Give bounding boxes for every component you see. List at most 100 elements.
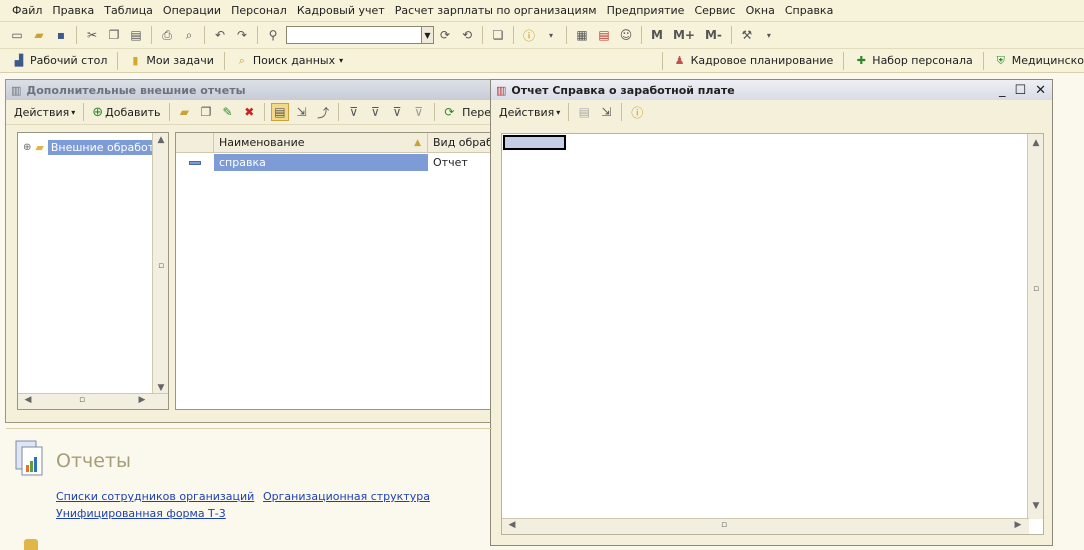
menu-file[interactable]: Файл [7,4,47,17]
menu-hr-accounting[interactable]: Кадровый учет [292,4,390,17]
copy-icon[interactable]: ❐ [105,26,123,44]
panel-divider [6,428,492,429]
scroll-down-icon[interactable]: ▼ [153,383,169,393]
menu-help[interactable]: Справка [780,4,838,17]
employees-lists-link[interactable]: Списки сотрудников организаций [56,490,254,503]
icon-column-header [176,133,214,153]
cut-icon[interactable]: ✂ [83,26,101,44]
add-group-icon[interactable]: ▰ [175,103,193,121]
memory-plus-button[interactable]: M+ [670,26,698,44]
sections-toolbar: ▟ Рабочий стол ▮ Мои задачи ⌕ Поиск данн… [0,48,1084,73]
minimize-icon[interactable]: _ [999,83,1006,98]
menu-enterprise[interactable]: Предприятие [602,4,690,17]
tree-root-row[interactable]: ⊕ ▰ Внешние обработ [23,140,158,155]
filter-history-icon[interactable]: ⊽ [388,103,406,121]
table-row-name[interactable]: справка [214,154,428,171]
memory-m-button[interactable]: M [648,26,666,44]
medical-button[interactable]: ⛨ Медицинско [988,54,1084,68]
delete-icon[interactable]: ✖ [240,103,258,121]
redo-icon[interactable]: ↷ [233,26,251,44]
salary-report-toolbar: Действия ▾ ▤ ⇲ ⓘ [491,100,1052,124]
tree-root-label: Внешние обработ [47,140,158,155]
actions-menu-button[interactable]: Действия ▾ [10,106,79,119]
save-icon[interactable]: ▪ [52,26,70,44]
info-icon[interactable]: ⓘ [520,26,538,44]
sheet-scroll-thumb[interactable]: ▫ [1028,284,1044,294]
maximize-icon[interactable]: ☐ [1014,83,1026,98]
recruitment-button[interactable]: ✚ Набор персонала [848,54,978,68]
generate-icon[interactable]: ▤ [575,103,593,121]
menu-operations[interactable]: Операции [158,4,226,17]
menu-personnel[interactable]: Персонал [226,4,292,17]
next-section-icon [24,539,38,550]
menu-payroll[interactable]: Расчет зарплаты по организациям [390,4,602,17]
paste-icon[interactable]: ▤ [127,26,145,44]
calculator-icon[interactable]: ▦ [573,26,591,44]
data-search-button[interactable]: ⌕ Поиск данных ▾ [229,54,349,68]
tree-vertical-scrollbar[interactable]: ▲ ▫ ▼ [152,133,168,395]
help-icon[interactable]: ⓘ [628,103,646,121]
salary-report-titlebar[interactable]: ▥ Отчет Справка о заработной плате _ ☐ ✕ [491,80,1052,100]
menu-table[interactable]: Таблица [99,4,158,17]
window-list-icon[interactable]: ❏ [489,26,507,44]
scroll-right-icon[interactable]: ▶ [134,395,150,405]
print-icon[interactable]: ⎙ [158,26,176,44]
medical-icon: ⛨ [996,53,1005,67]
memory-minus-button[interactable]: M- [702,26,725,44]
groups-tree[interactable]: ⊕ ▰ Внешние обработ ▲ ▫ ▼ ◀ ▫ ▶ [17,132,169,410]
expand-icon[interactable]: ⊕ [23,142,31,153]
move-to-group-icon[interactable]: ⇲ [293,103,311,121]
my-tasks-button[interactable]: ▮ Мои задачи [122,54,219,68]
info-dropdown-icon[interactable]: ▾ [542,26,560,44]
calendar-icon[interactable]: ▤ [595,26,613,44]
clear-filter-icon[interactable]: ⊽ [410,103,428,121]
org-structure-link[interactable]: Организационная структура [263,490,430,503]
users-icon[interactable]: ☺ [617,26,635,44]
hr-planning-button[interactable]: ♟ Кадровое планирование [667,54,840,68]
scroll-thumb[interactable]: ▫ [153,261,169,271]
sheet-scroll-up-icon[interactable]: ▲ [1028,138,1044,148]
salary-report-title: Отчет Справка о заработной плате [511,83,735,97]
hierarchy-view-icon[interactable]: ▤ [271,103,289,121]
undo-icon[interactable]: ↶ [211,26,229,44]
more-toolbar-label[interactable]: Пере [462,106,491,119]
find-next-icon[interactable]: ⟳ [436,26,454,44]
menu-windows[interactable]: Окна [741,4,780,17]
data-search-dropdown-icon[interactable]: ▾ [339,56,343,65]
search-dropdown-icon[interactable]: ▼ [422,26,434,44]
refresh-icon[interactable]: ⟳ [441,103,459,121]
settings-report-icon[interactable]: ⇲ [597,103,615,121]
scroll-left-icon[interactable]: ◀ [20,395,36,405]
search-icon[interactable]: ⚲ [264,26,282,44]
open-folder-icon[interactable]: ▰ [30,26,48,44]
tasks-icon: ▮ [132,54,139,67]
desktop-button[interactable]: ▟ Рабочий стол [6,54,113,68]
settings-dropdown-icon[interactable]: ▾ [760,26,778,44]
active-cell[interactable] [503,135,566,150]
find-previous-icon[interactable]: ⟲ [458,26,476,44]
scroll-up-icon[interactable]: ▲ [153,135,169,145]
unified-form-t3-link[interactable]: Унифицированная форма Т-3 [56,507,226,520]
tree-horizontal-scrollbar[interactable]: ◀ ▫ ▶ [18,393,168,409]
filter-icon[interactable]: ⊽ [345,103,363,121]
folder-icon: ▰ [35,141,44,154]
external-reports-titlebar[interactable]: ▥ Дополнительные внешние отчеты [6,80,491,100]
filter-by-value-icon[interactable]: ⊽ [367,103,385,121]
copy-item-icon[interactable]: ❐ [197,103,215,121]
menu-edit[interactable]: Правка [47,4,99,17]
close-icon[interactable]: ✕ [1035,83,1046,98]
edit-icon[interactable]: ✎ [219,103,237,121]
add-button[interactable]: ⊕ Добавить [88,105,164,120]
menu-service[interactable]: Сервис [689,4,740,17]
name-column-header[interactable]: Наименование ▲ [214,133,428,153]
settings-icon[interactable]: ⚒ [738,26,756,44]
table-row-type[interactable]: Отчет [428,154,492,171]
report-actions-menu-button[interactable]: Действия ▾ [495,106,564,119]
type-column-header[interactable]: Вид обрабо [428,133,492,153]
hscroll-thumb[interactable]: ▫ [74,395,90,405]
new-document-icon[interactable]: ▭ [8,26,26,44]
print-preview-icon[interactable]: ⌕ [180,26,198,44]
reports-list-table[interactable]: Наименование ▲ Вид обрабо справка Отчет [175,132,493,410]
level-up-icon[interactable]: ⤴ [314,103,332,121]
search-input[interactable] [286,26,422,44]
